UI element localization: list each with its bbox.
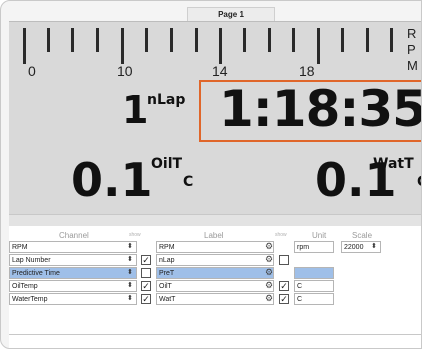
- show-checkbox[interactable]: ✓: [141, 255, 151, 265]
- editor-window: Page 1 0 10 14 18 R P M 1 nLap 1:18:35 0…: [0, 0, 422, 349]
- table-row[interactable]: RPM ⬍ RPM ⚙ rpm 22000 ⬍: [9, 241, 421, 253]
- unit-show-checkbox[interactable]: ✓: [279, 281, 289, 291]
- unit-field[interactable]: rpm: [294, 241, 334, 253]
- select-arrows-icon: ⬍: [127, 282, 133, 289]
- oil-temp-unit: C: [183, 174, 194, 190]
- ruler-tick: [96, 28, 99, 52]
- ruler-label: 0: [28, 63, 36, 79]
- show-checkbox[interactable]: [141, 268, 151, 278]
- ruler-tick: [292, 28, 295, 52]
- ruler-label: 18: [299, 63, 315, 79]
- col-header-unit: Unit: [312, 231, 327, 240]
- ruler-tick: [341, 28, 344, 52]
- channel-table: Channel show Label show Unit Scale RPM ⬍…: [9, 214, 421, 348]
- ruler-tick: [219, 28, 222, 64]
- ruler-tick: [47, 28, 50, 52]
- dash-preview: 0 10 14 18 R P M 1 nLap 1:18:35 0.1 OilT…: [9, 21, 422, 214]
- label-field[interactable]: PreT: [156, 267, 274, 279]
- gear-icon[interactable]: ⚙: [265, 293, 273, 304]
- ruler-tick: [23, 28, 26, 64]
- col-header-scale: Scale: [352, 231, 373, 240]
- ruler-tick: [71, 28, 74, 52]
- ruler-tick: [268, 28, 271, 52]
- label-field[interactable]: WatT: [156, 293, 274, 305]
- unit-show-checkbox[interactable]: [279, 255, 289, 265]
- lap-time-value: 1:18:35: [219, 80, 422, 138]
- label-field[interactable]: OilT: [156, 280, 274, 292]
- rpm-letter: R: [407, 26, 417, 41]
- table-row[interactable]: Lap Number ⬍ ✓ nLap ⚙: [9, 254, 421, 266]
- ruler-tick: [390, 28, 393, 52]
- select-arrows-icon: ⬍: [127, 243, 133, 250]
- col-header-channel: Channel: [59, 231, 89, 240]
- unit-field[interactable]: [294, 267, 334, 279]
- col-header-show: show: [129, 232, 141, 238]
- gear-icon[interactable]: ⚙: [265, 267, 273, 278]
- channel-select[interactable]: OilTemp: [9, 280, 137, 292]
- rpm-letter: P: [407, 42, 416, 57]
- ruler-tick: [145, 28, 148, 52]
- unit-field[interactable]: C: [294, 280, 334, 292]
- predictive-time-widget[interactable]: 1:18:35: [199, 80, 422, 142]
- show-checkbox[interactable]: ✓: [141, 281, 151, 291]
- ruler-tick: [170, 28, 173, 52]
- select-arrows-icon: ⬍: [371, 243, 377, 250]
- table-row[interactable]: WaterTemp ⬍ ✓ WatT ⚙ ✓ C: [9, 293, 421, 305]
- gear-icon[interactable]: ⚙: [265, 280, 273, 291]
- unit-show-checkbox[interactable]: ✓: [279, 294, 289, 304]
- table-row[interactable]: Predictive Time ⬍ PreT ⚙: [9, 267, 421, 279]
- unit-field[interactable]: C: [294, 293, 334, 305]
- select-arrows-icon: ⬍: [127, 295, 133, 302]
- gear-icon[interactable]: ⚙: [265, 254, 273, 265]
- label-field[interactable]: RPM: [156, 241, 274, 253]
- col-header-label: Label: [204, 231, 224, 240]
- channel-select[interactable]: WaterTemp: [9, 293, 137, 305]
- label-field[interactable]: nLap: [156, 254, 274, 266]
- ruler-tick: [195, 28, 198, 52]
- ruler-tick: [366, 28, 369, 52]
- select-arrows-icon: ⬍: [127, 256, 133, 263]
- table-row[interactable]: OilTemp ⬍ ✓ OilT ⚙ ✓ C: [9, 280, 421, 292]
- page-tab[interactable]: Page 1: [187, 7, 275, 21]
- ruler-tick: [243, 28, 246, 52]
- water-temp-label: WatT: [373, 156, 414, 172]
- ruler-label: 10: [117, 63, 133, 79]
- lap-number-label: nLap: [147, 92, 186, 108]
- channel-select[interactable]: Lap Number: [9, 254, 137, 266]
- channel-select[interactable]: RPM: [9, 241, 137, 253]
- ruler-tick: [121, 28, 124, 64]
- channel-select[interactable]: Predictive Time: [9, 267, 137, 279]
- water-temp-unit: C: [417, 174, 421, 190]
- rpm-letter: M: [407, 58, 418, 73]
- oil-temp-value[interactable]: 0.1: [71, 153, 153, 207]
- ruler-label: 14: [212, 63, 228, 79]
- table-footer-divider: [9, 334, 421, 335]
- show-checkbox[interactable]: ✓: [141, 294, 151, 304]
- oil-temp-label: OilT: [151, 156, 183, 172]
- gear-icon[interactable]: ⚙: [265, 241, 273, 252]
- select-arrows-icon: ⬍: [127, 269, 133, 276]
- ruler-tick: [317, 28, 320, 64]
- col-header-show: show: [275, 232, 287, 238]
- lap-number-value[interactable]: 1: [122, 88, 148, 132]
- table-toolbar: [9, 214, 421, 226]
